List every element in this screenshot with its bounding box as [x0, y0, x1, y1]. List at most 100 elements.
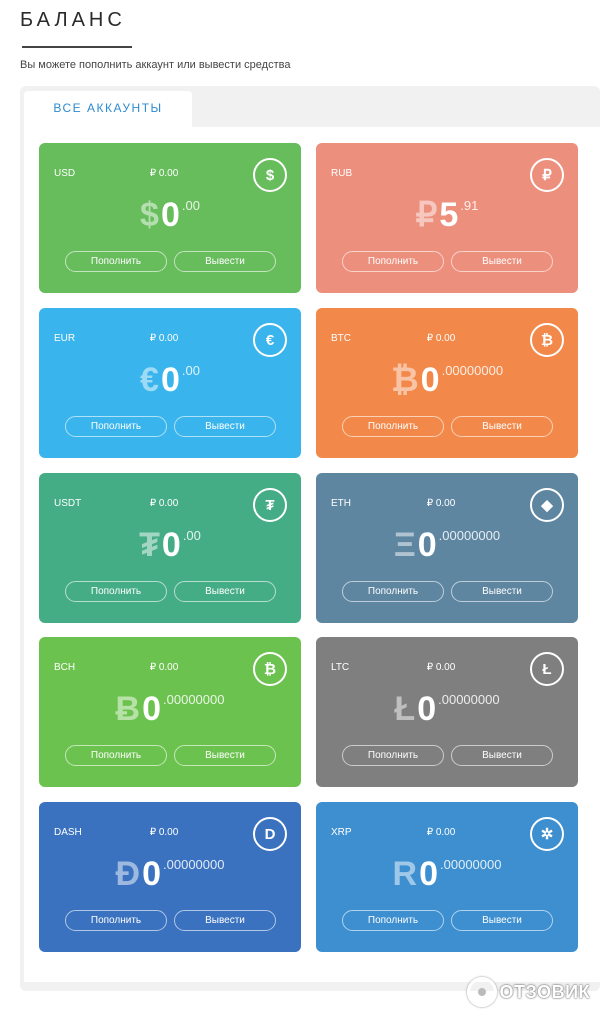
- account-balance: ₮ 0.00: [39, 525, 301, 565]
- balance-decimals: .00: [182, 528, 201, 543]
- deposit-button[interactable]: Пополнить: [342, 416, 444, 437]
- withdraw-button[interactable]: Вывести: [174, 416, 276, 437]
- deposit-button[interactable]: Пополнить: [65, 251, 167, 272]
- account-balance: €0.00: [39, 360, 301, 400]
- tab-all-accounts[interactable]: ВСЕ АККАУНТЫ: [24, 91, 192, 127]
- account-code: EUR: [54, 333, 76, 344]
- account-rub-balance: ₽ 0.00: [149, 333, 179, 344]
- currency-symbol: ₮: [139, 526, 160, 564]
- currency-symbol: ₿: [390, 361, 419, 399]
- deposit-button[interactable]: Пополнить: [342, 251, 444, 272]
- account-rub-balance: ₽ 0.00: [426, 333, 456, 344]
- account-rub-balance: ₽ 0.00: [426, 662, 456, 673]
- balance-decimals: .00000000: [440, 857, 502, 872]
- account-balance: Đ 0.00000000: [39, 854, 301, 894]
- account-code: USD: [54, 168, 76, 179]
- withdraw-button[interactable]: Вывести: [451, 910, 553, 931]
- account-card-dash: DASH ₽ 0.00 D Đ 0.00000000 Пополнить Вывести: [39, 802, 301, 952]
- withdraw-button[interactable]: Вывести: [451, 251, 553, 272]
- account-code: DASH: [54, 827, 82, 838]
- dash-icon: D: [253, 817, 287, 851]
- litecoin-icon: Ł: [530, 652, 564, 686]
- deposit-button[interactable]: Пополнить: [342, 745, 444, 766]
- page-title: БАЛАНС: [20, 9, 126, 31]
- balance-decimals: .00000000: [438, 692, 500, 707]
- balance-decimals: .00: [181, 198, 200, 213]
- tab-all-accounts-label: ВСЕ АККАУНТЫ: [53, 101, 163, 115]
- balance-integer: 0: [419, 855, 439, 893]
- otzovik-watermark: ОТЗОВИК: [466, 977, 590, 1007]
- currency-symbol: €: [140, 361, 159, 399]
- withdraw-button[interactable]: Вывести: [451, 416, 553, 437]
- dollar-icon: $: [253, 158, 287, 192]
- account-card-rub: RUB ₽ ₽5.91 Пополнить Вывести: [316, 143, 578, 293]
- deposit-button[interactable]: Пополнить: [65, 745, 167, 766]
- account-code: XRP: [331, 827, 352, 838]
- withdraw-button[interactable]: Вывести: [174, 745, 276, 766]
- account-rub-balance: ₽ 0.00: [426, 827, 456, 838]
- currency-symbol: ₽: [415, 196, 438, 234]
- ruble-icon: ₽: [530, 158, 564, 192]
- page-subtitle: Вы можете пополнить аккаунт или вывести …: [20, 59, 291, 71]
- currency-symbol: Ξ: [393, 526, 416, 564]
- bitcoin-cash-icon: ₿: [253, 652, 287, 686]
- balance-decimals: .91: [460, 198, 479, 213]
- balance-decimals: .00000000: [441, 363, 504, 378]
- account-card-eth: ETH ₽ 0.00 ◆ Ξ 0.00000000 Пополнить Вывести: [316, 473, 578, 623]
- deposit-button[interactable]: Пополнить: [65, 910, 167, 931]
- currency-symbol: $: [140, 196, 159, 234]
- account-card-xrp: XRP ₽ 0.00 ✲ R 0.00000000 Пополнить Вывести: [316, 802, 578, 952]
- balance-integer: 0: [160, 196, 180, 234]
- balance-decimals: .00000000: [163, 857, 225, 872]
- balance-integer: 0: [142, 690, 162, 728]
- account-card-ltc: LTC ₽ 0.00 Ł Ł 0.00000000 Пополнить Вывести: [316, 637, 578, 787]
- account-code: LTC: [331, 662, 350, 673]
- account-balance: ₽5.91: [316, 195, 578, 235]
- account-card-usd: USD ₽ 0.00 $ $0.00 Пополнить Вывести: [39, 143, 301, 293]
- deposit-button[interactable]: Пополнить: [342, 910, 444, 931]
- balance-integer: 5: [439, 196, 459, 234]
- withdraw-button[interactable]: Вывести: [174, 581, 276, 602]
- account-balance: Ł 0.00000000: [316, 689, 578, 729]
- deposit-button[interactable]: Пополнить: [65, 581, 167, 602]
- account-code: BCH: [54, 662, 76, 673]
- watermark-logo-icon: [466, 977, 497, 1007]
- balance-decimals: .00: [181, 363, 200, 378]
- account-rub-balance: ₽ 0.00: [149, 168, 179, 179]
- balance-integer: 0: [417, 690, 437, 728]
- account-card-btc: BTC ₽ 0.00 ₿ ₿ 0.00000000 Пополнить Вывести: [316, 308, 578, 458]
- withdraw-button[interactable]: Вывести: [174, 251, 276, 272]
- balance-integer: 0: [417, 526, 437, 564]
- withdraw-button[interactable]: Вывести: [174, 910, 276, 931]
- tether-icon: ₮: [253, 488, 287, 522]
- account-balance: Ξ 0.00000000: [316, 525, 578, 565]
- withdraw-button[interactable]: Вывести: [451, 581, 553, 602]
- withdraw-button[interactable]: Вывести: [451, 745, 553, 766]
- bitcoin-icon: ₿: [530, 323, 564, 357]
- account-card-eur: EUR ₽ 0.00 € €0.00 Пополнить Вывести: [39, 308, 301, 458]
- account-card-usdt: USDT ₽ 0.00 ₮ ₮ 0.00 Пополнить Вывести: [39, 473, 301, 623]
- account-rub-balance: ₽ 0.00: [426, 498, 456, 509]
- account-rub-balance: ₽ 0.00: [149, 662, 179, 673]
- currency-symbol: Ƀ: [115, 690, 141, 728]
- account-rub-balance: ₽ 0.00: [149, 498, 179, 509]
- balance-decimals: .00000000: [163, 692, 225, 707]
- watermark-text: ОТЗОВИК: [499, 981, 590, 1002]
- euro-icon: €: [253, 323, 287, 357]
- currency-symbol: Ł: [394, 690, 416, 728]
- ethereum-icon: ◆: [530, 488, 564, 522]
- balance-decimals: .00000000: [438, 528, 501, 543]
- account-balance: ₿ 0.00000000: [316, 360, 578, 400]
- account-balance: R 0.00000000: [316, 854, 578, 894]
- account-code: BTC: [331, 333, 351, 344]
- account-code: RUB: [331, 168, 353, 179]
- account-code: ETH: [331, 498, 351, 509]
- balance-integer: 0: [420, 361, 440, 399]
- deposit-button[interactable]: Пополнить: [65, 416, 167, 437]
- ripple-icon: ✲: [530, 817, 564, 851]
- currency-symbol: R: [392, 855, 418, 893]
- balance-integer: 0: [161, 526, 181, 564]
- account-code: USDT: [54, 498, 82, 509]
- title-underline: [22, 46, 132, 48]
- deposit-button[interactable]: Пополнить: [342, 581, 444, 602]
